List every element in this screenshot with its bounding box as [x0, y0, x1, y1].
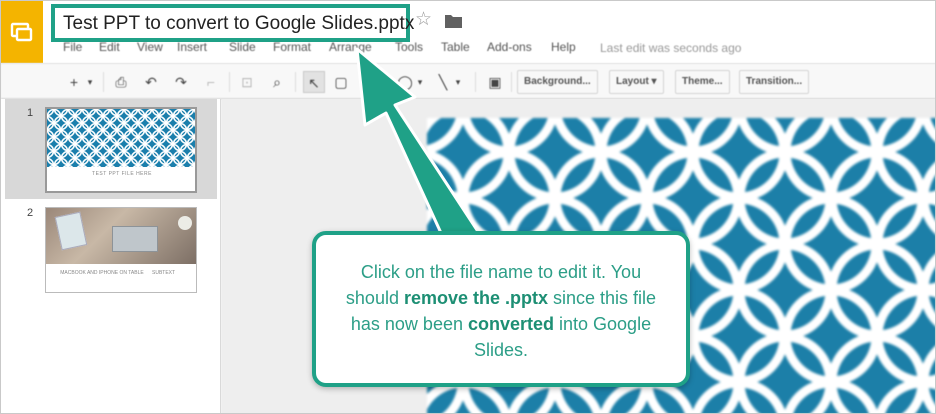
slide-thumbnail-2[interactable]: MACBOOK AND IPHONE ON TABLE SUBTEXT	[45, 207, 197, 293]
menu-tools[interactable]: Tools	[395, 40, 423, 54]
document-title[interactable]: Test PPT to convert to Google Slides.ppt…	[63, 13, 414, 35]
folder-icon[interactable]	[445, 14, 462, 33]
menu-slide[interactable]: Slide	[229, 40, 256, 54]
layout-label: Layout	[616, 76, 649, 87]
instruction-callout: Click on the file name to edit it. You s…	[312, 231, 690, 387]
star-icon[interactable]: ☆	[415, 10, 432, 29]
redo-icon[interactable]: ↷	[171, 71, 191, 93]
menu-arrange[interactable]: Arrange	[329, 40, 372, 54]
last-edit-status[interactable]: Last edit was seconds ago	[600, 41, 741, 55]
print-icon[interactable]: ⎙	[111, 71, 131, 93]
paint-format-icon[interactable]: ⌐	[201, 71, 221, 93]
new-slide-dropdown-icon[interactable]: ▾	[85, 71, 95, 93]
text-box-icon[interactable]: ▢	[331, 71, 351, 93]
shape-icon[interactable]: ◯	[395, 71, 415, 93]
menu-edit[interactable]: Edit	[99, 40, 120, 54]
background-button[interactable]: Background...	[517, 70, 598, 94]
transition-button[interactable]: Transition...	[739, 70, 810, 94]
menu-format[interactable]: Format	[273, 40, 311, 54]
thumbnail-caption: TEST PPT FILE HERE	[92, 171, 152, 177]
slide-thumbnail-1[interactable]: TEST PPT FILE HERE	[45, 107, 197, 193]
callout-text: Click on the file name to edit it. You s…	[332, 259, 670, 363]
fit-icon[interactable]: ⊡	[237, 71, 257, 93]
slide-filmstrip: 1 TEST PPT FILE HERE 2 MACBOOK AND IPHON…	[1, 99, 221, 413]
slides-logo-icon[interactable]	[1, 1, 43, 63]
thumbnail-subcaption: SUBTEXT	[152, 270, 176, 276]
new-slide-icon[interactable]: +	[65, 71, 83, 93]
slide-number: 1	[27, 107, 34, 119]
menu-help[interactable]: Help	[551, 40, 576, 54]
thumbnail-photo	[46, 208, 196, 264]
callout-bold-remove-pptx: remove the .pptx	[403, 288, 549, 308]
tablet-image	[54, 211, 88, 251]
undo-icon[interactable]: ↶	[141, 71, 161, 93]
theme-button[interactable]: Theme...	[675, 70, 730, 94]
callout-bold-converted: converted	[467, 314, 555, 334]
line-dropdown-icon[interactable]: ▾	[453, 71, 463, 93]
line-icon[interactable]: ╲	[433, 71, 453, 93]
document-title-input[interactable]: Test PPT to convert to Google Slides.ppt…	[51, 4, 414, 42]
zoom-icon[interactable]: ⌕	[267, 71, 287, 93]
mug-image	[178, 216, 192, 230]
menu-insert[interactable]: Insert	[177, 40, 207, 54]
menu-view[interactable]: View	[137, 40, 163, 54]
menu-add-ons[interactable]: Add-ons	[487, 40, 532, 54]
toolbar: + ▾ ⎙ ↶ ↷ ⌐ ⊡ ⌕ ↖ ▢ ◯ ▾ ╲ ▾ ▣ Background…	[1, 63, 935, 99]
laptop-image	[112, 226, 158, 252]
thumbnail-pattern	[47, 109, 195, 167]
menu-file[interactable]: File	[63, 40, 82, 54]
comment-icon[interactable]: ▣	[485, 71, 505, 93]
thumbnail-caption: MACBOOK AND IPHONE ON TABLE	[60, 270, 144, 276]
layout-button[interactable]: Layout ▾	[609, 70, 664, 94]
slide-number: 2	[27, 207, 34, 219]
menu-table[interactable]: Table	[441, 40, 470, 54]
app-window: Test PPT to convert to Google Slides.ppt…	[0, 0, 936, 414]
header: Test PPT to convert to Google Slides.ppt…	[1, 1, 935, 63]
shape-dropdown-icon[interactable]: ▾	[415, 71, 425, 93]
select-icon[interactable]: ↖	[303, 71, 325, 93]
